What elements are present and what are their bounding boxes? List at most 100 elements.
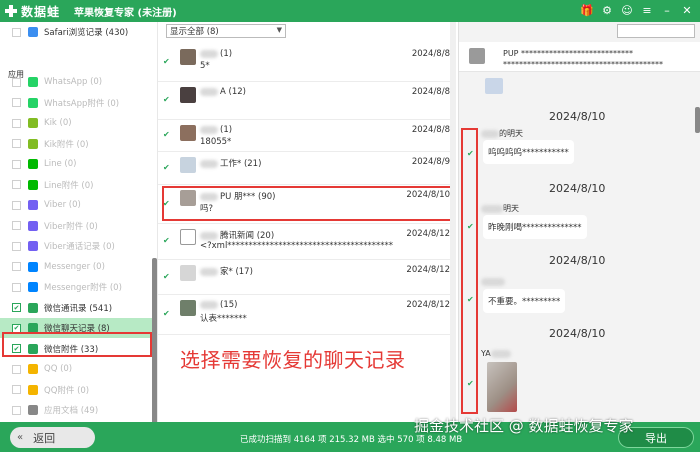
sidebar-item[interactable]: WhatsApp附件 (0) — [0, 93, 155, 113]
checkbox[interactable]: ✔ — [163, 163, 172, 172]
chat-panel: PUP **************************** *******… — [458, 22, 700, 422]
app-logo: 数据蛙 — [4, 3, 60, 20]
checkbox[interactable]: ✔ — [12, 303, 21, 312]
filter-value: 显示全部 (8) — [170, 27, 219, 37]
sidebar-item-safari[interactable]: Safari浏览记录 (430) — [0, 22, 155, 42]
app-icon — [28, 200, 38, 210]
conversation-preview: <?xml***********************************… — [200, 241, 394, 251]
conversation-name: 腾讯新闻 (20) — [200, 229, 274, 241]
checkbox[interactable]: ✔ — [163, 130, 172, 139]
chat-scrollbar[interactable] — [695, 82, 700, 422]
sidebar-item[interactable]: QQ (0) — [0, 359, 155, 379]
sidebar-item[interactable]: Messenger附件 (0) — [0, 277, 155, 297]
checkbox[interactable] — [12, 180, 21, 189]
image-message[interactable] — [487, 362, 517, 412]
app-icon — [28, 159, 38, 169]
conversation-row[interactable]: ✔ (1) 18055* 2024/8/8 — [158, 120, 456, 152]
conversation-date: 2024/8/8 — [411, 49, 450, 59]
list-scrollbar[interactable] — [450, 22, 456, 422]
checkbox[interactable] — [12, 77, 21, 87]
checkbox[interactable] — [12, 282, 21, 292]
checkbox[interactable]: ✔ — [163, 95, 172, 104]
gift-icon[interactable]: 🎁 — [580, 3, 594, 17]
avatar — [180, 87, 196, 103]
conversation-row[interactable]: ✔ 家* (17) 2024/8/12 — [158, 260, 456, 295]
sidebar-scrollbar[interactable] — [152, 258, 157, 422]
chevron-down-icon: ▼ — [276, 26, 282, 34]
filter-select[interactable]: 显示全部 (8) ▼ — [166, 24, 286, 38]
conversation-name: (15) — [200, 300, 237, 310]
sidebar-item-label: Kik (0) — [44, 118, 72, 128]
sidebar-item-label: Viber (0) — [44, 200, 81, 210]
checkbox[interactable] — [12, 118, 21, 128]
checkbox[interactable] — [12, 385, 21, 394]
chat-bubble: 呜呜呜呜*********** — [483, 140, 574, 164]
double-chevron-left-icon: « — [17, 432, 24, 443]
checkbox[interactable] — [12, 405, 21, 415]
conversation-date: 2024/8/8 — [411, 125, 450, 135]
close-icon[interactable]: ✕ — [680, 3, 694, 17]
sidebar-item-label: WhatsApp (0) — [44, 77, 103, 87]
checkbox[interactable] — [12, 98, 21, 107]
conversation-row[interactable]: ✔ 腾讯新闻 (20) <?xml*************************… — [158, 224, 456, 260]
minimize-icon[interactable]: – — [660, 3, 674, 17]
sidebar-item[interactable]: Line (0) — [0, 154, 155, 174]
chat-header-title: PUP **************************** — [503, 49, 634, 58]
checkbox[interactable]: ✔ — [163, 236, 172, 245]
menu-icon[interactable]: ≡ — [640, 3, 654, 17]
checkbox[interactable] — [12, 221, 21, 230]
sidebar-item-label: 应用文档 (49) — [44, 406, 99, 416]
chat-header: PUP **************************** *******… — [459, 42, 700, 72]
checkbox[interactable]: ✔ — [163, 272, 172, 281]
sender-name: 的明天 — [481, 128, 523, 139]
checkbox[interactable]: ✔ — [163, 57, 172, 66]
checkbox[interactable] — [12, 27, 21, 37]
sidebar-item[interactable]: QQ附件 (0) — [0, 380, 155, 400]
checkbox[interactable] — [12, 139, 21, 148]
search-input[interactable] — [617, 24, 695, 38]
app-icon — [28, 97, 38, 108]
sidebar-item-label: Safari浏览记录 (430) — [44, 28, 129, 38]
conversation-row[interactable]: ✔ (15) 认表******* 2024/8/12 — [158, 295, 456, 335]
checkbox[interactable] — [12, 262, 21, 271]
sidebar-item[interactable]: Kik (0) — [0, 113, 155, 133]
chat-date: 2024/8/10 — [549, 182, 606, 195]
sidebar-item-label: WhatsApp附件 (0) — [44, 98, 120, 109]
sidebar-item[interactable]: 应用文档 (49) — [0, 400, 155, 420]
conversation-row[interactable]: ✔ A (12) 2024/8/8 — [158, 82, 456, 120]
sidebar-item[interactable]: Viber (0) — [0, 195, 155, 215]
conversation-date: 2024/8/12 — [406, 265, 450, 275]
app-icon — [28, 261, 38, 272]
app-icon — [28, 220, 38, 231]
avatar — [180, 300, 196, 316]
conversation-date: 2024/8/9 — [411, 157, 450, 167]
avatar — [180, 157, 196, 173]
checkbox[interactable] — [12, 200, 21, 210]
conversation-name: 家* (17) — [200, 265, 253, 277]
sidebar-item[interactable]: ✔ 微信通讯录 (541) — [0, 298, 155, 318]
sidebar-item-label: 微信通讯录 (541) — [44, 303, 113, 314]
settings-icon[interactable]: ⚙ — [600, 3, 614, 17]
sidebar-item[interactable]: Kik附件 (0) — [0, 134, 155, 154]
sidebar-item[interactable]: Viber通话记录 (0) — [0, 236, 155, 256]
sidebar-item[interactable]: WhatsApp (0) — [0, 72, 155, 92]
conversation-row[interactable]: ✔ (1) 5* 2024/8/8 — [158, 44, 456, 82]
conversation-preview: 5* — [200, 61, 210, 71]
chat-date: 2024/8/10 — [549, 254, 606, 267]
sidebar-item[interactable]: Messenger (0) — [0, 257, 155, 277]
image-message[interactable] — [485, 78, 503, 94]
sidebar-item[interactable]: Viber附件 (0) — [0, 216, 155, 236]
app-icon — [28, 384, 38, 395]
checkbox[interactable]: ✔ — [163, 309, 172, 318]
chat-icon[interactable]: ☺ — [620, 3, 634, 17]
back-button[interactable]: « 返回 — [10, 427, 95, 448]
back-button-label: 返回 — [33, 431, 56, 445]
app-icon — [28, 241, 38, 251]
checkbox[interactable] — [12, 159, 21, 169]
app-icon — [28, 138, 38, 149]
checkbox[interactable] — [12, 241, 21, 251]
conversation-row[interactable]: ✔ 工作* (21) 2024/8/9 — [158, 152, 456, 185]
conversation-date: 2024/8/8 — [411, 87, 450, 97]
sidebar-item[interactable]: Line附件 (0) — [0, 175, 155, 195]
checkbox[interactable] — [12, 364, 21, 374]
